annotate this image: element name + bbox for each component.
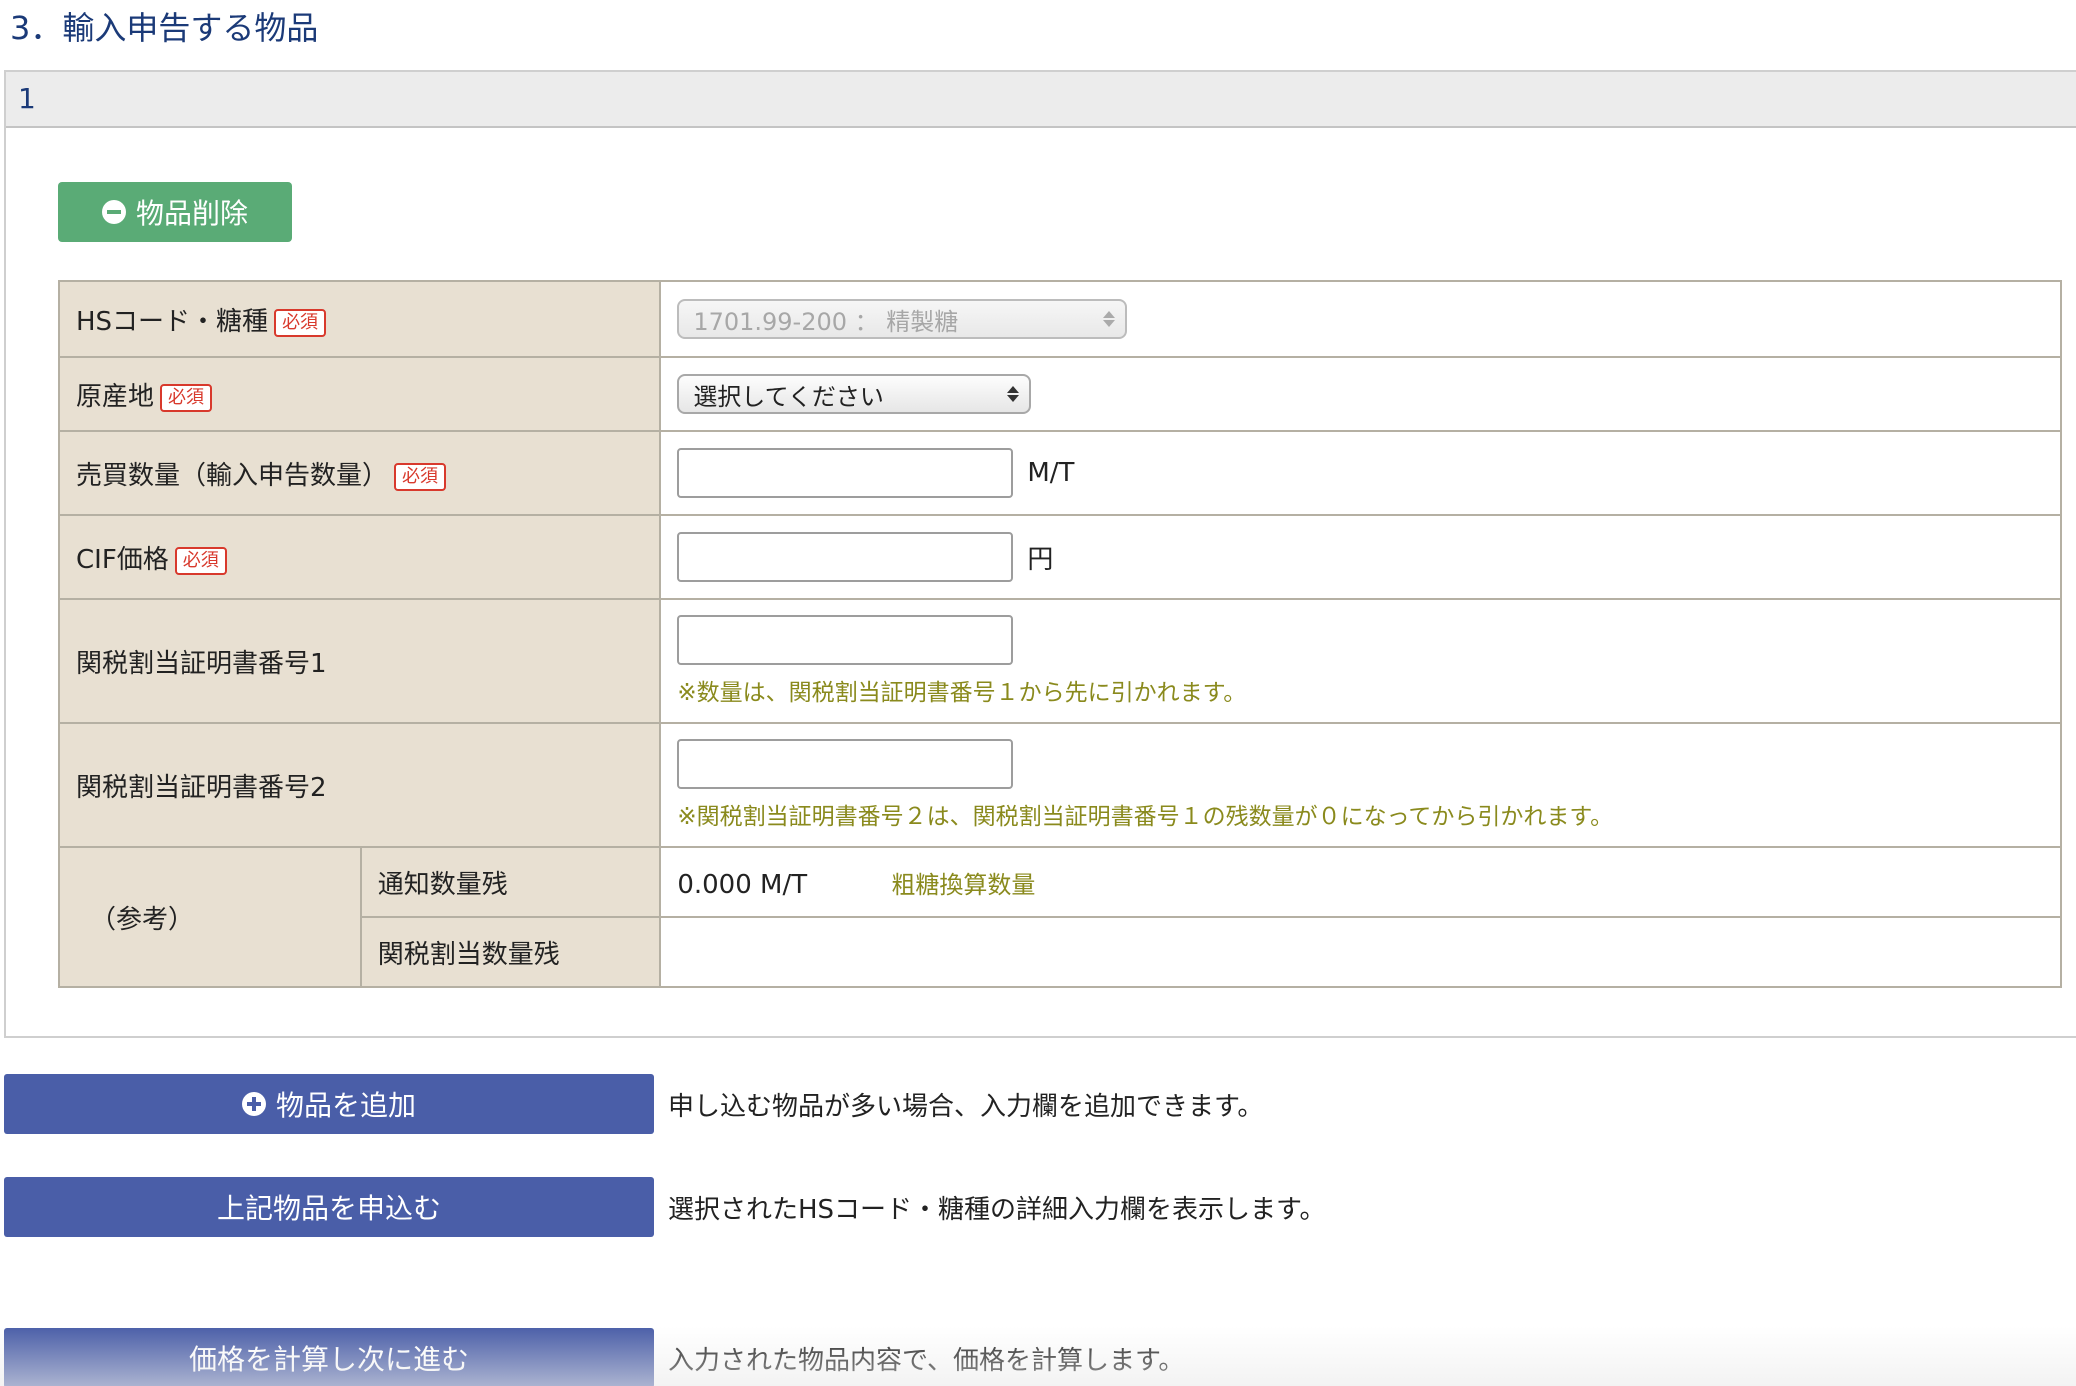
cert1-value-cell: ※数量は、関税割当証明書番号１から先に引かれます。 — [659, 598, 2062, 724]
required-badge: 必須 — [160, 383, 213, 412]
cif-price-input[interactable] — [677, 532, 1014, 582]
origin-select[interactable]: 選択してください — [677, 374, 1032, 414]
notified-value-cell: 0.000 M/T 粗糖換算数量 — [659, 846, 2062, 918]
row-notified-remaining: （参考） 通知数量残 0.000 M/T 粗糖換算数量 — [58, 846, 2062, 988]
required-badge: 必須 — [174, 546, 227, 575]
delete-item-label: 物品削除 — [135, 198, 248, 229]
hs-code-select-value: 1701.99-200 ： 精製糖 — [693, 307, 959, 336]
add-item-button[interactable]: 物品を追加 — [4, 1074, 654, 1134]
apply-items-label: 上記物品を申込む — [216, 1193, 441, 1224]
add-item-description: 申し込む物品が多い場合、入力欄を追加できます。 — [668, 1091, 1264, 1122]
add-item-label: 物品を追加 — [275, 1090, 416, 1121]
minus-circle-icon — [101, 200, 126, 224]
quantity-input[interactable] — [677, 448, 1014, 498]
reference-label-cell: （参考） — [58, 846, 362, 988]
quantity-label: 売買数量（輸入申告数量） — [76, 460, 389, 491]
hs-code-select[interactable]: 1701.99-200 ： 精製糖 — [677, 299, 1128, 339]
quantity-label-cell: 売買数量（輸入申告数量） 必須 — [57, 430, 662, 516]
origin-label-cell: 原産地 必須 — [57, 356, 662, 432]
cert2-value-cell: ※関税割当証明書番号２は、関税割当証明書番号１の残数量が０になってから引かれます… — [659, 722, 2062, 848]
reference-label: （参考） — [90, 904, 195, 935]
required-badge: 必須 — [274, 308, 327, 337]
cert2-label: 関税割当証明書番号2 — [76, 772, 327, 803]
section-title: 3．輸入申告する物品 — [10, 9, 319, 47]
calc-row: 価格を計算し次に進む 入力された物品内容で、価格を計算します。 — [4, 1328, 1184, 1386]
calculate-description: 入力された物品内容で、価格を計算します。 — [668, 1345, 1185, 1376]
calculate-next-button[interactable]: 価格を計算し次に進む — [4, 1328, 654, 1386]
quantity-unit: M/T — [1027, 458, 1075, 488]
cif-label: CIF価格 — [76, 544, 169, 575]
delete-item-button[interactable]: 物品削除 — [58, 182, 292, 242]
item-card: 1 物品削除 HSコード・糖種 必須 1701.99-200 ： 精製糖 原産地… — [4, 70, 2076, 1038]
quota-label-cell: 関税割当数量残 — [359, 916, 662, 988]
page: 3．輸入申告する物品 1 物品削除 HSコード・糖種 必須 1701.99-200… — [0, 0, 2076, 1386]
calculate-next-label: 価格を計算し次に進む — [188, 1344, 469, 1375]
row-origin: 原産地 必須 選択してください — [57, 356, 2062, 432]
row-cert1: 関税割当証明書番号1 ※数量は、関税割当証明書番号１から先に引かれます。 — [57, 598, 2062, 724]
cert1-note: ※数量は、関税割当証明書番号１から先に引かれます。 — [677, 680, 1247, 706]
cert1-input[interactable] — [677, 615, 1014, 665]
item-form-table: HSコード・糖種 必須 1701.99-200 ： 精製糖 原産地 必須 選択してく… — [57, 280, 2062, 988]
cert2-label-cell: 関税割当証明書番号2 — [57, 722, 662, 848]
quantity-value-cell: M/T — [659, 430, 2062, 516]
origin-label: 原産地 — [76, 381, 155, 412]
row-cif: CIF価格 必須 円 — [57, 514, 2062, 600]
hs-code-label: HSコード・糖種 — [76, 306, 269, 337]
select-arrows-icon — [1007, 386, 1020, 402]
hs-code-label-cell: HSコード・糖種 必須 — [57, 280, 662, 358]
row-cert2: 関税割当証明書番号2 ※関税割当証明書番号２は、関税割当証明書番号１の残数量が０… — [57, 722, 2062, 848]
notified-remaining-label: 通知数量残 — [377, 869, 508, 900]
apply-items-description: 選択されたHSコード・糖種の詳細入力欄を表示します。 — [668, 1194, 1326, 1225]
cert2-note: ※関税割当証明書番号２は、関税割当証明書番号１の残数量が０になってから引かれます… — [677, 804, 1614, 830]
apply-row: 上記物品を申込む 選択されたHSコード・糖種の詳細入力欄を表示します。 — [4, 1177, 1325, 1237]
cif-unit: 円 — [1027, 544, 1054, 575]
plus-circle-icon — [241, 1092, 266, 1116]
hs-code-value-cell: 1701.99-200 ： 精製糖 — [659, 280, 2062, 358]
notified-remaining-note: 粗糖換算数量 — [891, 870, 1036, 899]
quota-value-cell — [659, 916, 2062, 988]
cert2-input[interactable] — [677, 739, 1014, 789]
row-hs-code: HSコード・糖種 必須 1701.99-200 ： 精製糖 — [57, 280, 2062, 358]
apply-items-button[interactable]: 上記物品を申込む — [4, 1177, 654, 1237]
origin-value-cell: 選択してください — [659, 356, 2062, 432]
row-quantity: 売買数量（輸入申告数量） 必須 M/T — [57, 430, 2062, 516]
quota-remaining-label: 関税割当数量残 — [377, 939, 560, 970]
select-arrows-icon — [1103, 311, 1116, 327]
cert1-label: 関税割当証明書番号1 — [76, 648, 327, 679]
required-badge: 必須 — [394, 462, 447, 491]
origin-select-value: 選択してください — [693, 382, 884, 411]
cif-label-cell: CIF価格 必須 — [57, 514, 662, 600]
cert1-label-cell: 関税割当証明書番号1 — [57, 598, 662, 724]
add-item-row: 物品を追加 申し込む物品が多い場合、入力欄を追加できます。 — [4, 1074, 1263, 1134]
notified-label-cell: 通知数量残 — [359, 846, 662, 918]
item-index: 1 — [6, 72, 2076, 128]
notified-remaining-value: 0.000 M/T — [677, 869, 808, 900]
cif-value-cell: 円 — [659, 514, 2062, 600]
